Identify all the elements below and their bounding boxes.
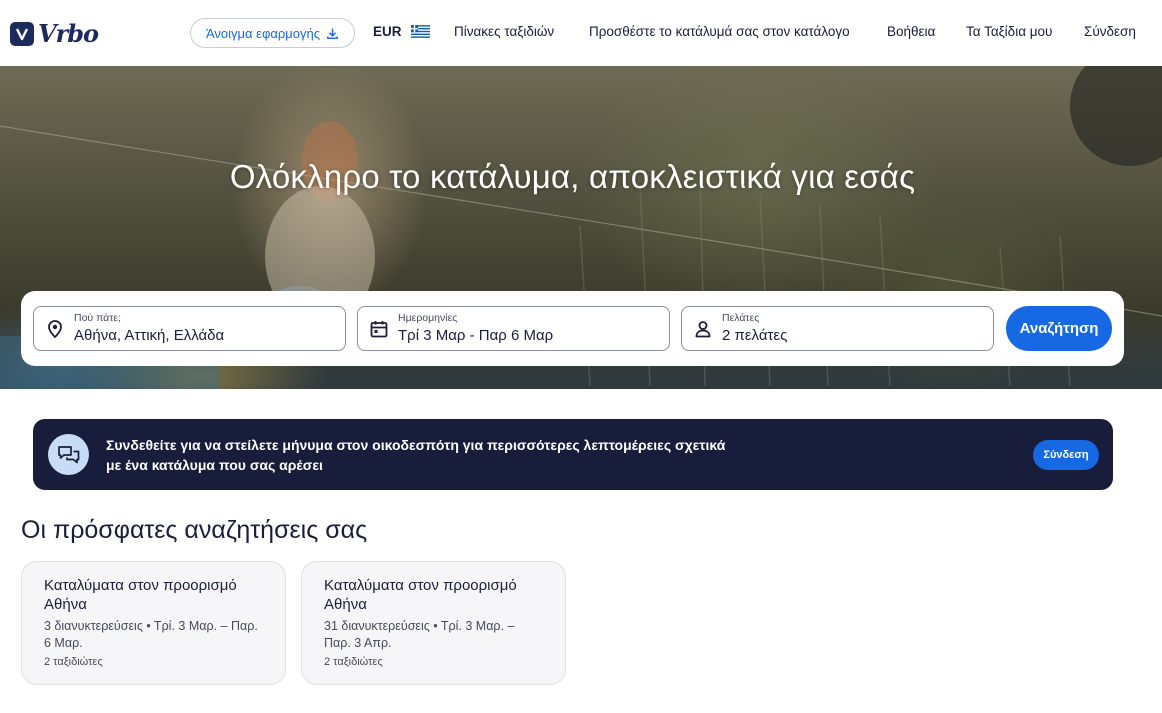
recent-searches-title: Οι πρόσφατες αναζητήσεις σας <box>21 516 368 544</box>
calendar-icon <box>370 321 388 338</box>
open-app-button[interactable]: Άνοιγμα εφαρμογής <box>190 18 355 48</box>
vrbo-logo[interactable]: Vrbo <box>10 19 99 48</box>
dates-field[interactable]: Ημερομηνίες Τρί 3 Μαρ - Παρ 6 Μαρ <box>357 306 670 351</box>
recent-search-card[interactable]: Καταλύματα στον προορισμό Αθήνα 31 διανυ… <box>301 561 566 685</box>
download-icon <box>327 28 338 39</box>
logo-text: Vrbo <box>38 19 99 48</box>
search-form: Πού πάτε; Αθήνα, Αττική, Ελλάδα Ημερομην… <box>21 291 1124 366</box>
recent-search-title: Καταλύματα στον προορισμό Αθήνα <box>324 577 517 613</box>
recent-search-details: 31 διανυκτερεύσεις • Τρί. 3 Μαρ. – Παρ. … <box>324 619 515 650</box>
destination-label: Πού πάτε; <box>74 312 121 324</box>
map-pin-icon <box>48 320 62 339</box>
nav-help[interactable]: Βοήθεια <box>887 24 935 39</box>
currency-selector[interactable]: EUR <box>373 24 430 39</box>
currency-label: EUR <box>373 24 402 39</box>
destination-value: Αθήνα, Αττική, Ελλάδα <box>74 327 225 344</box>
person-icon <box>695 321 711 338</box>
banner-message: Συνδεθείτε για να στείλετε μήνυμα στον ο… <box>106 435 796 475</box>
chat-bubbles-icon <box>48 434 89 475</box>
recent-search-card[interactable]: Καταλύματα στον προορισμό Αθήνα 3 διανυκ… <box>21 561 286 685</box>
guests-value: 2 πελάτες <box>722 327 788 344</box>
guests-field[interactable]: Πελάτες 2 πελάτες <box>681 306 994 351</box>
recent-search-details: 3 διανυκτερεύσεις • Τρί. 3 Μαρ. – Παρ. 6… <box>44 619 258 650</box>
open-app-label: Άνοιγμα εφαρμογής <box>205 25 321 41</box>
destination-field[interactable]: Πού πάτε; Αθήνα, Αττική, Ελλάδα <box>33 306 346 351</box>
recent-search-travelers: 2 ταξιδιώτες <box>324 656 383 668</box>
banner-message-line-1: Συνδεθείτε για να στείλετε μήνυμα στον ο… <box>106 437 726 453</box>
hero-title: Ολόκληρο το κατάλυμα, αποκλειστικά για ε… <box>229 158 916 195</box>
nav-my-trips[interactable]: Τα Ταξίδια μου <box>966 24 1052 39</box>
top-header: Vrbo Άνοιγμα εφαρμογής EUR Πίνακες ταξιδ… <box>0 0 1162 66</box>
dates-label: Ημερομηνίες <box>398 312 458 324</box>
banner-message-line-2: με ένα κατάλυμα που σας αρέσει <box>106 457 323 473</box>
nav-sign-in[interactable]: Σύνδεση <box>1084 24 1136 39</box>
guests-label: Πελάτες <box>722 312 760 324</box>
recent-search-title: Καταλύματα στον προορισμό Αθήνα <box>44 577 237 613</box>
sign-in-message-banner: Συνδεθείτε για να στείλετε μήνυμα στον ο… <box>33 419 1113 490</box>
banner-sign-in-button[interactable]: Σύνδεση <box>1033 440 1099 470</box>
vrbo-logo-mark-icon <box>10 21 34 46</box>
nav-list-property[interactable]: Προσθέστε το κατάλυμά σας στον κατάλογο <box>589 24 850 39</box>
greece-flag-icon <box>410 25 430 38</box>
nav-trip-boards[interactable]: Πίνακες ταξιδιών <box>454 24 554 39</box>
recent-search-travelers: 2 ταξιδιώτες <box>44 656 103 668</box>
dates-value: Τρί 3 Μαρ - Παρ 6 Μαρ <box>398 327 554 344</box>
search-button[interactable]: Αναζήτηση <box>1006 306 1112 351</box>
